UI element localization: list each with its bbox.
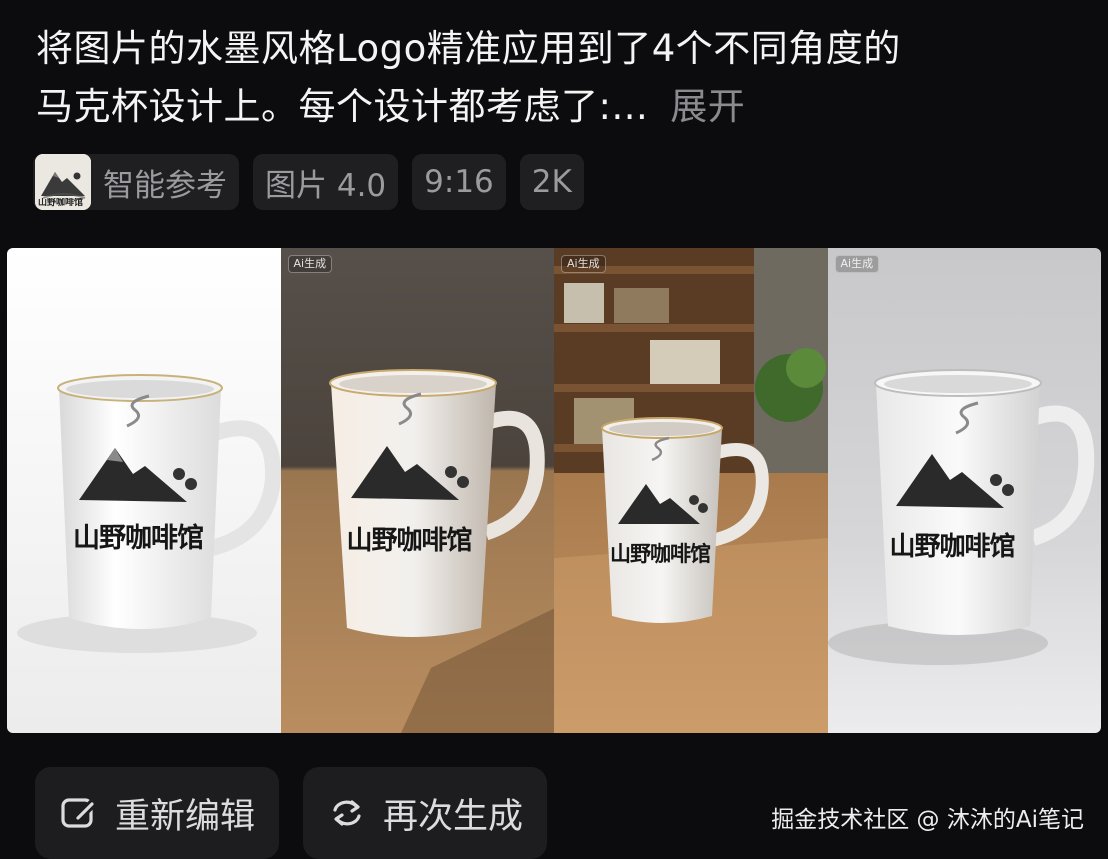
reference-logo-text: 山野咖啡馆 [38, 198, 84, 208]
resolution-chip: 2K [519, 154, 584, 210]
regenerate-icon [327, 793, 367, 833]
prompt-line-1: 将图片的水墨风格Logo精准应用到了4个不同角度的 [36, 27, 901, 70]
model-chip: 图片 4.0 [253, 154, 399, 210]
prompt-text: 将图片的水墨风格Logo精准应用到了4个不同角度的 马克杯设计上。每个设计都考虑… [36, 20, 1086, 136]
prompt-line-2-text: 马克杯设计上。每个设计都考虑了:... [36, 85, 649, 128]
expand-link[interactable]: 展开 [670, 85, 745, 128]
mug-image-1 [7, 248, 281, 733]
ai-generated-tag: Ai生成 [287, 255, 333, 273]
smart-reference-label: 智能参考 [103, 167, 227, 204]
edit-again-button[interactable]: 重新编辑 [35, 767, 280, 859]
ai-generated-tag: Ai生成 [834, 255, 880, 273]
mug-logo-text: 山野咖啡馆 [346, 526, 473, 556]
mug-image-2 [280, 248, 554, 733]
mug-logo-text: 山野咖啡馆 [73, 523, 204, 554]
mug-image-3 [554, 248, 828, 733]
edit-again-label: 重新编辑 [115, 796, 256, 837]
regenerate-label: 再次生成 [383, 796, 524, 837]
generated-image-1[interactable]: 山野咖啡馆 [7, 248, 281, 733]
generation-meta-chips: 山野咖啡馆 智能参考 图片 4.0 9:16 2K [33, 154, 584, 210]
prompt-line-2: 马克杯设计上。每个设计都考虑了:... 展开 [36, 78, 1086, 136]
reference-image-thumbnail: 山野咖啡馆 [35, 154, 91, 210]
watermark: 掘金技术社区 @ 沐沐的Ai笔记 [771, 807, 1084, 833]
aspect-ratio-chip: 9:16 [412, 154, 506, 210]
generated-image-3[interactable]: Ai生成 山野咖啡馆 [554, 248, 828, 733]
mug-logo-text: 山野咖啡馆 [610, 541, 711, 566]
regenerate-button[interactable]: 再次生成 [303, 767, 548, 859]
mug-logo-text: 山野咖啡馆 [889, 532, 1016, 562]
generated-image-4[interactable]: Ai生成 山野咖啡馆 [827, 248, 1101, 733]
generated-image-grid: 山野咖啡馆 Ai生成 山野咖啡馆 Ai生成 山野咖啡馆 Ai生成 山野咖啡馆 [7, 248, 1101, 733]
edit-icon [59, 793, 99, 833]
ai-generated-tag: Ai生成 [561, 255, 606, 273]
smart-reference-chip[interactable]: 山野咖啡馆 智能参考 [33, 154, 239, 210]
action-buttons: 重新编辑 再次生成 [35, 767, 548, 859]
mug-image-4 [827, 248, 1101, 733]
generated-image-2[interactable]: Ai生成 山野咖啡馆 [280, 248, 554, 733]
